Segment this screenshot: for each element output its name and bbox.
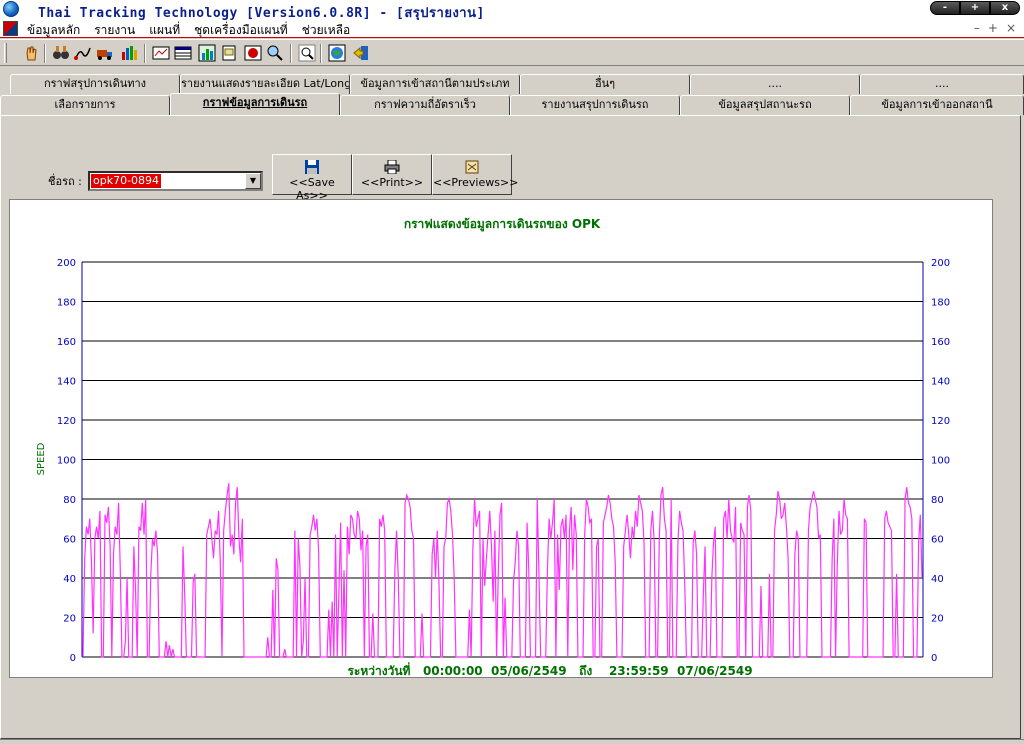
truck-icon[interactable] xyxy=(96,44,114,62)
globe-icon[interactable] xyxy=(328,44,346,62)
preview-icon xyxy=(465,160,479,174)
y-tick-label-left: 100 xyxy=(57,456,76,467)
tab-driving-summary-report[interactable]: รายงานสรุปการเดินรถ xyxy=(510,95,680,115)
toolbar-separator xyxy=(290,44,292,63)
map-icon[interactable] xyxy=(244,44,262,62)
toolbar xyxy=(0,39,1024,66)
y-tick-label-left: 40 xyxy=(63,574,76,585)
y-axis-label: SPEED xyxy=(36,442,47,475)
y-tick-label-left: 140 xyxy=(57,377,76,388)
save-as-button[interactable]: <<Save As>> xyxy=(272,154,352,202)
window-controls: - + x xyxy=(930,1,1020,15)
toolbar-separator xyxy=(144,44,146,63)
y-tick-label-right: 60 xyxy=(931,535,944,546)
mdi-minimize-button[interactable]: – xyxy=(974,21,980,35)
tab-vehicle-status-summary[interactable]: ข้อมูลสรุปสถานะรถ xyxy=(680,95,850,115)
printer-icon xyxy=(384,160,400,174)
app-menu-icon[interactable] xyxy=(3,21,18,36)
title-bar: Thai Tracking Technology [Version6.0.8R]… xyxy=(0,0,1024,21)
tab-row-top: กราฟสรุปการเดินทาง รายงานแสดงรายละเอียด … xyxy=(0,74,1024,94)
speed-chart: กราฟแสดงข้อมูลการเดินรถของ OPK 0 0 20 20 40 4… xyxy=(9,199,993,678)
print-label: <<Print>> xyxy=(360,176,424,189)
exit-icon[interactable] xyxy=(352,44,370,62)
tab-driving-data-graph[interactable]: กราฟข้อมูลการเดินรถ xyxy=(170,93,340,115)
previews-button[interactable]: <<Previews>> xyxy=(432,154,519,195)
y-tick-label-right: 20 xyxy=(931,614,944,625)
chevron-down-icon[interactable]: ▼ xyxy=(245,173,261,189)
vehicle-select-value: opk70-0894 xyxy=(91,174,162,188)
chart-ticks: 0 0 20 20 40 40 60 60 80 80 100 100 120 120 140 140 160 1… xyxy=(57,258,950,664)
y-tick-label-right: 100 xyxy=(931,456,950,467)
minimize-button[interactable]: - xyxy=(930,1,960,15)
chart-title: กราฟแสดงข้อมูลการเดินรถของ OPK xyxy=(404,217,601,232)
menu-map-tools[interactable]: ชุดเครื่องมือแผนที่ xyxy=(193,21,289,40)
x-axis-label: ระหว่างวันที่ 00:00:00 05/06/2549 ถึง 23… xyxy=(347,662,752,678)
search-icon[interactable] xyxy=(266,44,284,62)
tab-select-items[interactable]: เลือกรายการ xyxy=(0,95,170,115)
y-tick-label-left: 200 xyxy=(57,258,76,269)
previews-label: <<Previews>> xyxy=(433,176,519,189)
floppy-icon xyxy=(305,160,319,174)
y-tick-label-right: 0 xyxy=(931,653,937,664)
menu-reports[interactable]: รายงาน xyxy=(93,21,136,40)
globe-icon xyxy=(3,1,19,17)
binoculars-icon[interactable] xyxy=(52,44,70,62)
menu-map[interactable]: แผนที่ xyxy=(148,21,181,40)
tab-row-bottom: เลือกรายการ กราฟข้อมูลการเดินรถ กราฟความ… xyxy=(0,93,1024,115)
toolbar-separator xyxy=(320,44,322,63)
speed-chart-svg: กราฟแสดงข้อมูลการเดินรถของ OPK 0 0 20 20 40 4… xyxy=(36,217,950,678)
maximize-button[interactable]: + xyxy=(960,1,990,15)
mdi-close-button[interactable]: × xyxy=(1006,21,1016,35)
tab-trip-summary-graph[interactable]: กราฟสรุปการเดินทาง xyxy=(10,74,180,94)
y-tick-label-right: 120 xyxy=(931,416,950,427)
vehicle-label: ชื่อรถ : xyxy=(48,175,82,188)
y-tick-label-left: 80 xyxy=(63,495,76,506)
tab-more-1[interactable]: .... xyxy=(690,74,860,94)
menu-bar: ข้อมูลหลัก รายงาน แผนที่ ชุดเครื่องมือแผ… xyxy=(0,20,1024,38)
tab-more-2[interactable]: .... xyxy=(860,74,1024,94)
y-tick-label-right: 40 xyxy=(931,574,944,585)
route-icon[interactable] xyxy=(74,44,92,62)
speed-series-line xyxy=(82,483,923,658)
vehicle-select[interactable]: opk70-0894 ▼ xyxy=(88,171,263,191)
y-tick-label-left: 180 xyxy=(57,298,76,309)
menu-help[interactable]: ช่วยเหลือ xyxy=(301,21,352,40)
chart-series xyxy=(82,483,923,658)
tab-station-in-out[interactable]: ข้อมูลการเข้าออกสถานี xyxy=(850,95,1024,115)
mdi-restore-button[interactable]: + xyxy=(988,21,998,35)
chart-icon[interactable] xyxy=(152,44,170,62)
zoom-icon[interactable] xyxy=(298,44,316,62)
y-tick-label-left: 160 xyxy=(57,337,76,348)
y-tick-label-left: 60 xyxy=(63,535,76,546)
y-tick-label-right: 80 xyxy=(931,495,944,506)
toolbar-separator xyxy=(44,44,46,63)
app-window: Thai Tracking Technology [Version6.0.8R]… xyxy=(0,0,1024,744)
bar-chart-icon[interactable] xyxy=(198,44,216,62)
status-strip xyxy=(0,739,1024,744)
y-tick-label-left: 20 xyxy=(63,614,76,625)
table-icon[interactable] xyxy=(174,44,192,62)
tab-others[interactable]: อื่นๆ xyxy=(520,74,690,94)
stats-icon[interactable] xyxy=(120,44,138,62)
y-tick-label-right: 160 xyxy=(931,337,950,348)
toolbar-grip[interactable] xyxy=(4,43,7,63)
report-icon[interactable] xyxy=(220,44,238,62)
tab-speed-frequency-graph[interactable]: กราฟความถี่อัตราเร็ว xyxy=(340,95,510,115)
y-tick-label-left: 120 xyxy=(57,416,76,427)
tab-station-by-type[interactable]: ข้อมูลการเข้าสถานีตามประเภท xyxy=(350,74,520,94)
close-button[interactable]: x xyxy=(990,1,1020,15)
y-tick-label-right: 180 xyxy=(931,298,950,309)
y-tick-label-right: 140 xyxy=(931,377,950,388)
menu-master-data[interactable]: ข้อมูลหลัก xyxy=(26,21,81,40)
tab-latlong-report[interactable]: รายงานแสดงรายละเอียด Lat/Long xyxy=(180,74,350,94)
y-tick-label-right: 200 xyxy=(931,258,950,269)
y-tick-label-left: 0 xyxy=(70,653,76,664)
print-button[interactable]: <<Print>> xyxy=(352,154,432,195)
hand-icon[interactable] xyxy=(22,44,40,62)
